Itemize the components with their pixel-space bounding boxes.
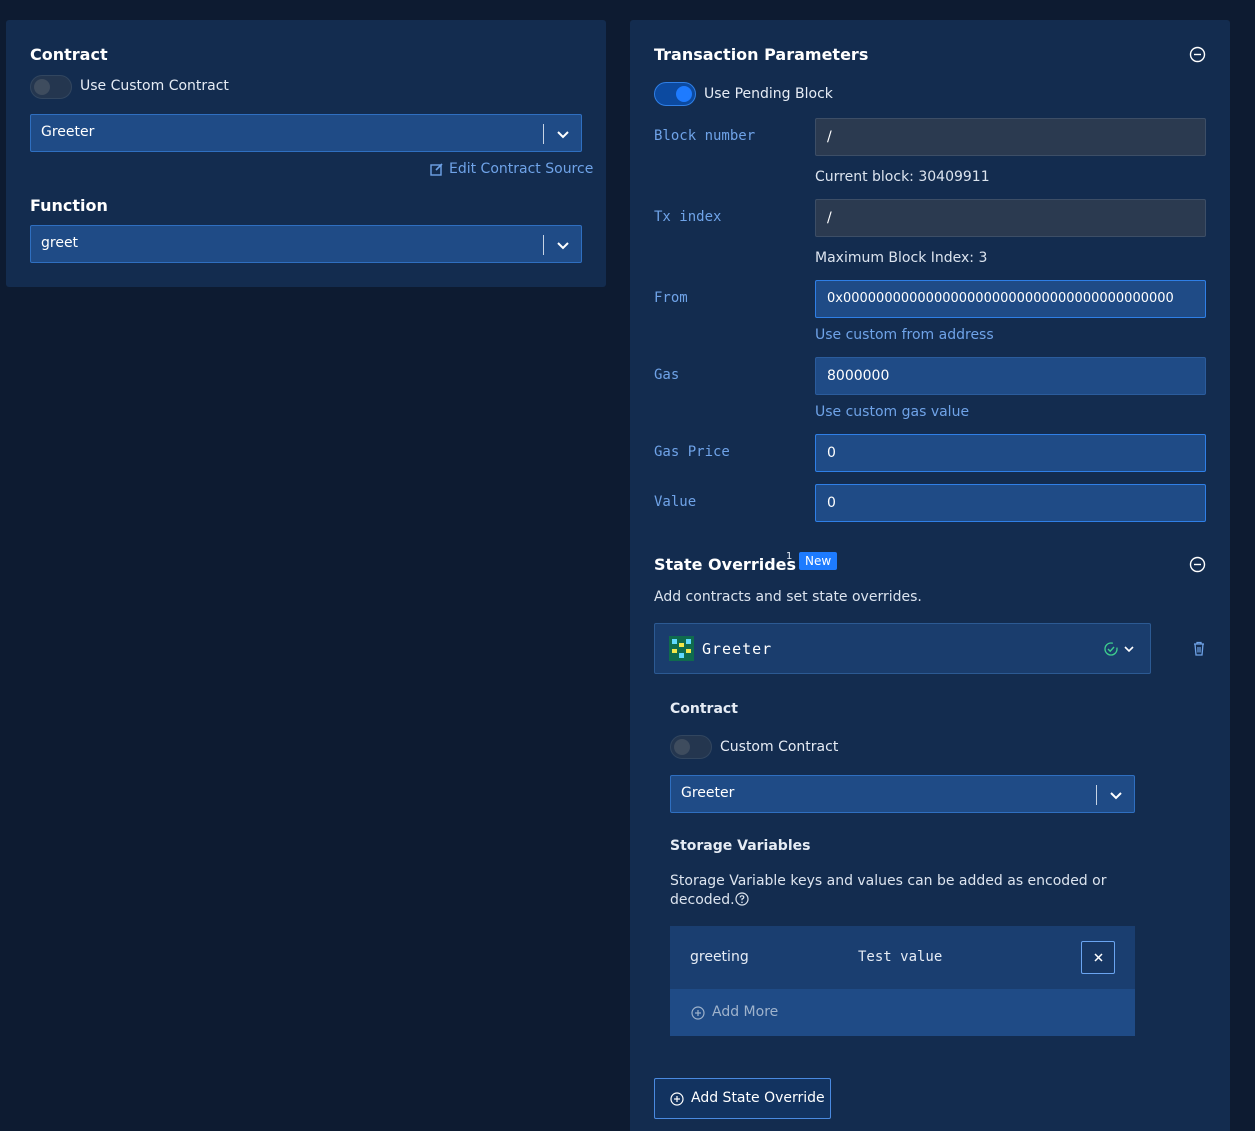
value-value: 0 <box>827 495 836 511</box>
help-icon[interactable] <box>735 892 749 906</box>
select-separator <box>1096 785 1097 805</box>
gas-label: Gas <box>654 367 680 383</box>
state-overrides-superscript: 1 <box>786 551 793 562</box>
chevron-down-icon <box>557 242 569 250</box>
use-custom-contract-toggle[interactable] <box>30 75 72 99</box>
use-custom-contract-label: Use Custom Contract <box>80 78 229 94</box>
tx-index-input[interactable]: / <box>815 199 1206 237</box>
state-overrides-title: State Overrides <box>654 555 797 574</box>
collapse-icon[interactable] <box>1189 556 1206 573</box>
use-pending-block-label: Use Pending Block <box>704 86 833 102</box>
state-overrides-description: Add contracts and set state overrides. <box>654 589 922 605</box>
override-contract-name: Greeter <box>702 640 773 658</box>
remove-variable-button[interactable] <box>1081 941 1115 974</box>
add-state-override-label: Add State Override <box>691 1090 825 1106</box>
override-contract-select[interactable]: Greeter <box>670 775 1135 813</box>
contract-title: Contract <box>30 45 108 64</box>
block-number-input[interactable]: / <box>815 118 1206 156</box>
value-input[interactable]: 0 <box>815 484 1206 522</box>
tx-params-title: Transaction Parameters <box>654 45 869 64</box>
add-circle-icon <box>670 1092 684 1106</box>
close-icon <box>1094 953 1103 962</box>
storage-description-line2: decoded. <box>670 892 735 908</box>
override-contract-header[interactable]: Greeter <box>654 623 1151 674</box>
current-block-hint: Current block: 30409911 <box>815 169 990 185</box>
gas-price-value: 0 <box>827 445 836 461</box>
custom-contract-label: Custom Contract <box>720 739 839 755</box>
add-state-override-button[interactable]: Add State Override <box>654 1078 831 1119</box>
chevron-down-icon <box>1124 646 1134 653</box>
override-contract-title: Contract <box>670 701 738 717</box>
contract-select-value: Greeter <box>41 124 95 140</box>
function-select[interactable]: greet <box>30 225 582 263</box>
select-separator <box>543 235 544 255</box>
from-input[interactable]: 0x00000000000000000000000000000000000000… <box>815 280 1206 318</box>
gas-value: 8000000 <box>827 368 890 384</box>
max-block-index-hint: Maximum Block Index: 3 <box>815 250 988 266</box>
storage-variable-key: greeting <box>690 949 749 965</box>
tx-index-label: Tx index <box>654 209 722 225</box>
select-separator <box>543 124 544 144</box>
gas-input[interactable]: 8000000 <box>815 357 1206 395</box>
block-number-label: Block number <box>654 128 756 144</box>
function-select-value: greet <box>41 235 79 251</box>
chevron-down-icon <box>1110 792 1122 800</box>
add-more-link[interactable]: Add More <box>712 1004 778 1020</box>
gas-price-input[interactable]: 0 <box>815 434 1206 472</box>
chevron-down-icon <box>557 131 569 139</box>
trash-icon[interactable] <box>1192 641 1206 656</box>
tx-index-value: / <box>827 210 832 226</box>
use-pending-block-toggle[interactable] <box>654 82 696 106</box>
contract-select[interactable]: Greeter <box>30 114 582 152</box>
new-badge: New <box>799 552 838 570</box>
verified-check-icon <box>1104 642 1118 656</box>
add-circle-icon <box>691 1006 705 1020</box>
use-custom-from-link[interactable]: Use custom from address <box>815 327 994 343</box>
contract-avatar-icon <box>669 636 694 661</box>
edit-icon <box>430 163 443 176</box>
storage-variables-table: greeting Test value Add More <box>670 926 1135 1036</box>
use-custom-gas-link[interactable]: Use custom gas value <box>815 404 969 420</box>
storage-variables-title: Storage Variables <box>670 838 811 854</box>
function-title: Function <box>30 196 108 215</box>
from-label: From <box>654 290 688 306</box>
collapse-icon[interactable] <box>1189 46 1206 63</box>
custom-contract-toggle[interactable] <box>670 735 712 759</box>
storage-variable-value[interactable]: Test value <box>858 949 942 965</box>
edit-contract-source-link[interactable]: Edit Contract Source <box>449 161 593 177</box>
storage-description-line1: Storage Variable keys and values can be … <box>670 873 1107 889</box>
gas-price-label: Gas Price <box>654 444 730 460</box>
from-value: 0x00000000000000000000000000000000000000… <box>827 291 1174 306</box>
block-number-value: / <box>827 129 832 145</box>
value-label: Value <box>654 494 697 510</box>
override-contract-select-value: Greeter <box>681 785 735 801</box>
storage-variable-row: greeting Test value <box>670 926 1135 989</box>
